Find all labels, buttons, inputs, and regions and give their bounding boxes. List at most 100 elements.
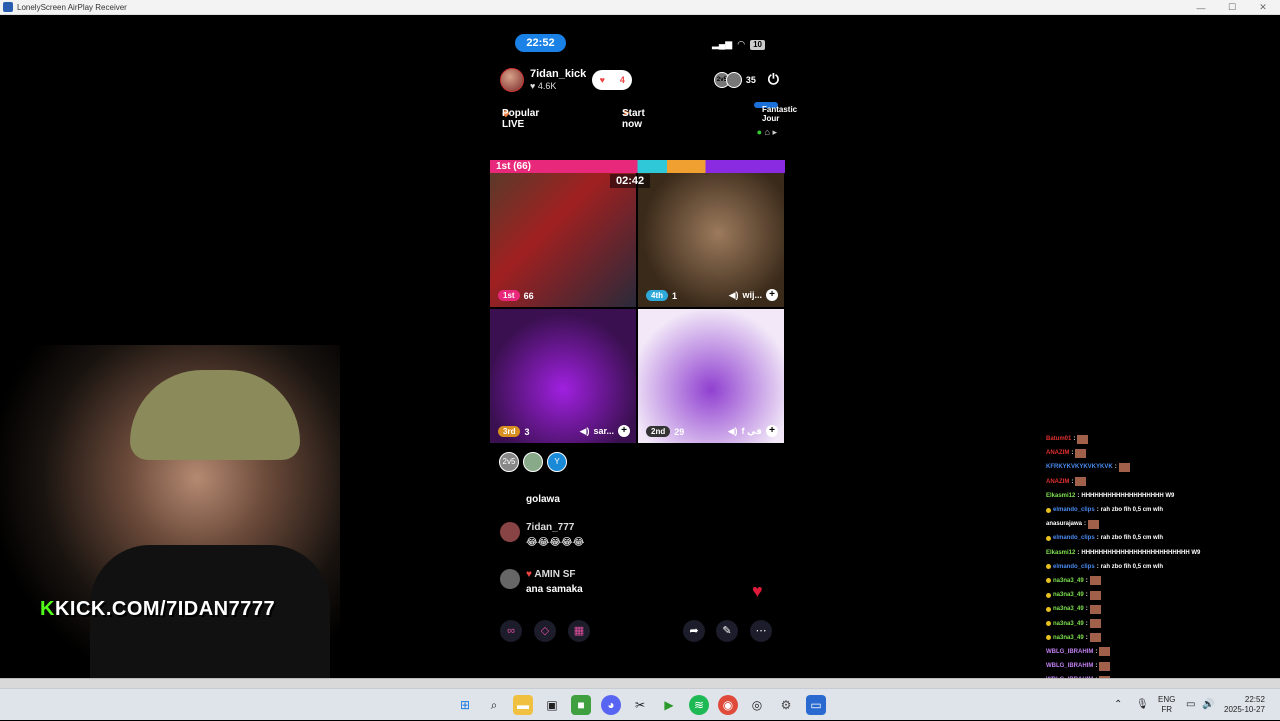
- settings-icon[interactable]: ⚙: [776, 695, 796, 715]
- lang-code: ENG: [1158, 695, 1176, 704]
- speaker-icon: ◀): [579, 425, 590, 436]
- kick-url: KICK.COM/7IDAN7777: [54, 598, 276, 620]
- tile-rank: 1st: [498, 290, 520, 301]
- tile-score: 66: [523, 290, 534, 301]
- add-icon[interactable]: +: [618, 425, 630, 437]
- mini-controls[interactable]: ● ⌂ ▸: [757, 127, 777, 138]
- battle-tile[interactable]: 4th 1 ◀) wij... +: [638, 173, 784, 307]
- battle-progress-bar: 1st (66): [490, 160, 785, 173]
- minecraft-icon[interactable]: ■: [571, 695, 591, 715]
- windows-taskbar: ⊞ ⌕ ▬ ▣ ■ ◕ ✂ ▶ ≋ ◉ ◎ ⚙ ▭ ⌃ 🎙 ENG FR ▭ 🔊…: [0, 688, 1280, 720]
- battle-icon[interactable]: ◇: [534, 620, 556, 642]
- heart-icon: ♥: [599, 75, 606, 85]
- fantastic-journey-button[interactable]: Fantastic Jour: [754, 102, 797, 123]
- maximize-button[interactable]: ☐: [1217, 0, 1247, 15]
- volume-icon[interactable]: 🔊: [1202, 689, 1214, 721]
- add-icon[interactable]: +: [766, 425, 778, 437]
- network-icon[interactable]: ▭: [1186, 689, 1195, 721]
- battle-tile[interactable]: 3rd 3 ◀) sar... +: [490, 309, 636, 443]
- chrome-icon[interactable]: ◉: [718, 695, 738, 715]
- power-icon[interactable]: ⏻: [768, 71, 779, 88]
- side-chat-user: ANAZIM: [1046, 478, 1070, 485]
- side-chat-line: WBLG_IBRAHIM:: [1046, 659, 1246, 673]
- heart-icon: ♥: [526, 569, 532, 580]
- emote-icon: [1089, 633, 1101, 643]
- discord-icon[interactable]: ◕: [601, 695, 621, 715]
- badge-icon: [1046, 635, 1051, 641]
- gifter-avatar[interactable]: [523, 452, 543, 472]
- viewers[interactable]: 2v5 35 ⏻: [713, 71, 779, 88]
- badge-icon: [1046, 578, 1051, 584]
- kick-overlay-text: KKICK.COM/7IDAN7777: [40, 598, 275, 621]
- status-clock: 22:52: [515, 34, 566, 52]
- side-chat-user: na3na3_49: [1053, 634, 1084, 641]
- side-chat-user: elmando_clips: [1053, 535, 1095, 542]
- search-icon[interactable]: ⌕: [484, 695, 504, 715]
- battery-icon: 10: [750, 39, 765, 50]
- host-card[interactable]: 7idan_kick ♥ 4.6K ♥ 4: [500, 68, 633, 92]
- window-title: LonelyScreen AirPlay Receiver: [17, 2, 127, 12]
- chat-username: golawa: [526, 494, 560, 505]
- more-options-icon[interactable]: ⋯: [750, 620, 772, 642]
- side-chat-line: elmando_clips: rah zbo fih 0,5 cm wlh: [1046, 560, 1246, 574]
- badge-icon: [1046, 606, 1051, 612]
- side-chat-line: ANAZIM:: [1046, 475, 1246, 489]
- chat-text: ana samaka: [526, 584, 583, 595]
- side-chat-user: na3na3_49: [1053, 606, 1084, 613]
- kick-chat-overlay: Batum01: ANAZIM: KFRKYKVKYKVKYKVK: ANAZIM: E…: [1046, 432, 1246, 687]
- chat-avatar[interactable]: [500, 522, 520, 542]
- tile-score: 3: [524, 426, 530, 437]
- horizontal-scrollbar[interactable]: [0, 678, 1280, 688]
- side-chat-user: Elkasmi12: [1046, 492, 1076, 499]
- tile-score: 29: [674, 426, 685, 437]
- tile-rank: 3rd: [498, 426, 521, 437]
- chat-username: AMIN SF: [534, 569, 576, 580]
- effects-wand-icon[interactable]: ✎: [716, 620, 738, 642]
- emote-icon: [1088, 519, 1100, 529]
- taskbar-time: 22:52: [1244, 695, 1265, 704]
- follow-button[interactable]: ♥ 4: [592, 70, 633, 90]
- tile-rank: 4th: [646, 290, 668, 301]
- multi-guest-icon[interactable]: ∞: [500, 620, 522, 642]
- battle-grid: 1st 66 4th 1 ◀) wij... + 3rd 3 ◀) sar... + 2nd 2…: [490, 173, 785, 443]
- language-indicator[interactable]: ENG FR: [1158, 689, 1175, 721]
- file-explorer-icon[interactable]: ▬: [513, 695, 533, 715]
- side-chat-line: na3na3_49:: [1046, 616, 1246, 630]
- emote-icon: [1077, 434, 1089, 444]
- battle-tile[interactable]: 2nd 29 ◀) f في +: [638, 309, 784, 443]
- store-icon[interactable]: ▣: [542, 695, 562, 715]
- like-heart-icon[interactable]: ♥: [752, 581, 763, 602]
- host-avatar[interactable]: [500, 68, 524, 92]
- chat-avatar[interactable]: [500, 569, 520, 589]
- minimize-button[interactable]: —: [1186, 0, 1216, 15]
- microphone-icon[interactable]: 🎙: [1136, 689, 1149, 721]
- lonelyscreen-icon[interactable]: ▭: [806, 695, 826, 715]
- tile-username: wij...: [742, 290, 762, 300]
- badge-icon: [1046, 507, 1051, 513]
- tray-chevron-icon[interactable]: ⌃: [1114, 689, 1122, 721]
- gifter-avatar[interactable]: 2v5: [499, 452, 519, 472]
- share-icon[interactable]: ➦: [683, 620, 705, 642]
- taskbar-date: 2025-10-27: [1224, 705, 1265, 714]
- badge-icon: [1046, 535, 1051, 541]
- badge-icon: [1046, 564, 1051, 570]
- obs-icon[interactable]: ◎: [747, 695, 767, 715]
- side-chat-line: anasurajawa:: [1046, 517, 1246, 531]
- clock[interactable]: 22:52 2025-10-27: [1224, 689, 1265, 721]
- emote-icon: [1089, 604, 1101, 614]
- top-gifters: 2v5 Y: [499, 452, 567, 472]
- close-button[interactable]: ✕: [1248, 0, 1278, 15]
- emote-icon: [1075, 448, 1087, 458]
- start-icon[interactable]: ⊞: [455, 695, 475, 715]
- kick-app-icon[interactable]: ▶: [659, 695, 679, 715]
- spotify-icon[interactable]: ≋: [689, 695, 709, 715]
- viewer-avatar[interactable]: [725, 71, 742, 88]
- layout-code: FR: [1161, 705, 1172, 714]
- add-icon[interactable]: +: [766, 289, 778, 301]
- side-chat-user: anasurajawa: [1046, 521, 1083, 528]
- gifter-avatar[interactable]: Y: [547, 452, 567, 472]
- apps-icon[interactable]: ▦: [568, 620, 590, 642]
- capcut-icon[interactable]: ✂: [630, 695, 650, 715]
- signal-icon: ▂▄▆: [712, 39, 733, 49]
- battle-tile[interactable]: 1st 66: [490, 173, 636, 307]
